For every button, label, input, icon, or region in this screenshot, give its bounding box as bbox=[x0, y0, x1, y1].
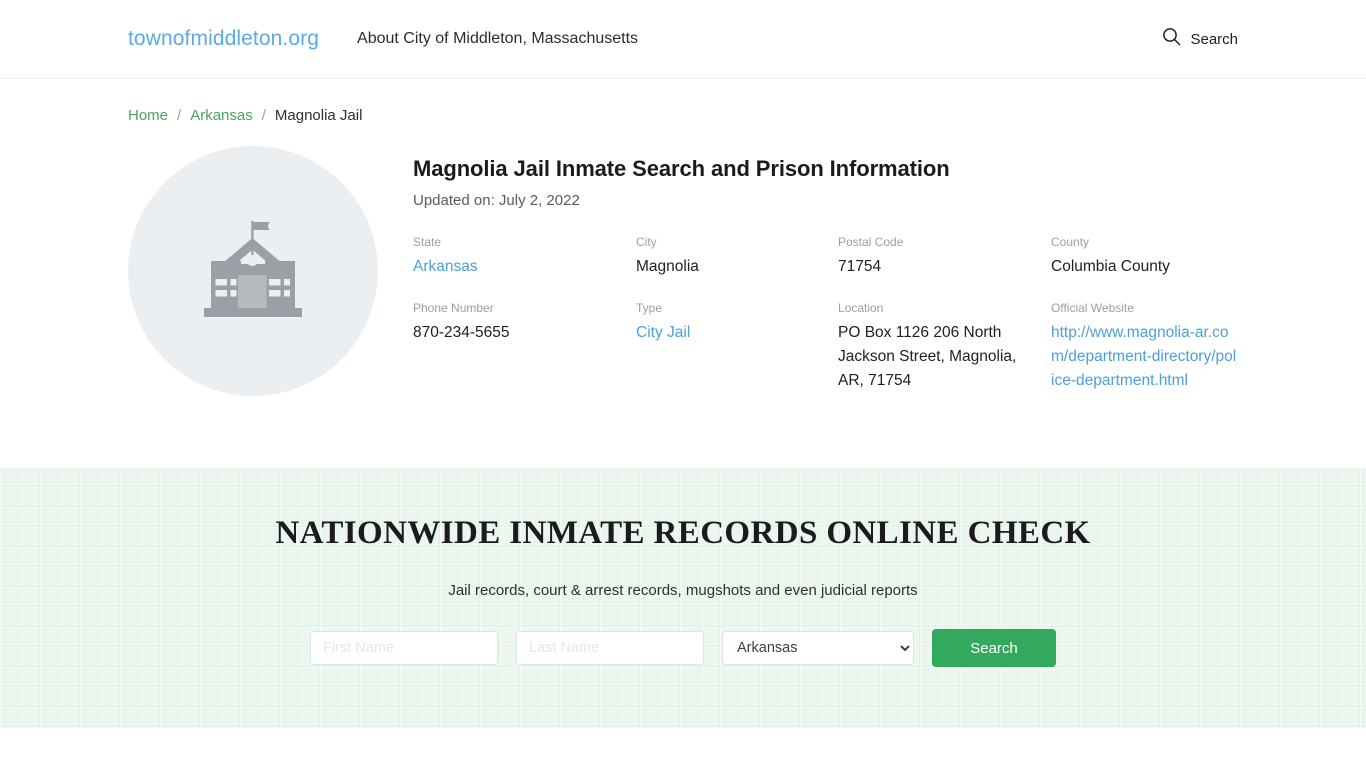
info-field-location: Location PO Box 1126 206 North Jackson S… bbox=[838, 301, 1051, 393]
info-label-phone-number: Phone Number bbox=[413, 301, 494, 315]
site-header: townofmiddleton.org About City of Middle… bbox=[0, 0, 1366, 79]
info-value-postal-code: 71754 bbox=[838, 258, 882, 275]
info-value-location: PO Box 1126 206 North Jackson Street, Ma… bbox=[838, 324, 1017, 389]
info-field-type: Type City Jail bbox=[636, 301, 838, 393]
info-value-official-website[interactable]: http://www.magnolia-ar.com/department-di… bbox=[1051, 321, 1237, 393]
breadcrumb-separator: / bbox=[261, 107, 266, 124]
promo-title: NATIONWIDE INMATE RECORDS ONLINE CHECK bbox=[275, 515, 1091, 551]
inmate-search-form: Arkansas Search bbox=[310, 629, 1056, 667]
avatar bbox=[128, 146, 378, 396]
avatar-circle bbox=[128, 146, 378, 396]
profile-details: Magnolia Jail Inmate Search and Prison I… bbox=[378, 146, 1267, 393]
info-value-type[interactable]: City Jail bbox=[636, 321, 822, 345]
info-field-postal-code: Postal Code 71754 bbox=[838, 235, 1051, 279]
info-field-state: State Arkansas bbox=[413, 235, 636, 279]
updated-date: Updated on: July 2, 2022 bbox=[413, 192, 580, 209]
info-label-city: City bbox=[636, 235, 657, 249]
header-search-button[interactable]: Search bbox=[1162, 27, 1238, 51]
info-field-phone-number: Phone Number 870-234-5655 bbox=[413, 301, 636, 393]
breadcrumb-current: Magnolia Jail bbox=[274, 107, 363, 124]
search-button[interactable]: Search bbox=[932, 629, 1056, 667]
breadcrumb-link-arkansas[interactable]: Arkansas bbox=[190, 107, 253, 124]
info-value-city: Magnolia bbox=[636, 258, 699, 275]
facility-profile: Magnolia Jail Inmate Search and Prison I… bbox=[0, 124, 1366, 396]
info-field-city: City Magnolia bbox=[636, 235, 838, 279]
breadcrumb: Home / Arkansas / Magnolia Jail bbox=[0, 79, 1366, 124]
header-tagline: About City of Middleton, Massachusetts bbox=[357, 30, 639, 47]
inmate-records-promo: NATIONWIDE INMATE RECORDS ONLINE CHECK J… bbox=[0, 467, 1366, 728]
facility-info-grid: State Arkansas City Magnolia Postal Code… bbox=[413, 235, 1267, 393]
info-label-location: Location bbox=[838, 301, 884, 315]
state-select[interactable]: Arkansas bbox=[722, 631, 914, 665]
info-value-phone-number: 870-234-5655 bbox=[413, 324, 510, 341]
info-value-state[interactable]: Arkansas bbox=[413, 255, 599, 279]
info-label-official-website: Official Website bbox=[1051, 301, 1134, 315]
last-name-input[interactable] bbox=[516, 631, 704, 665]
info-label-type: Type bbox=[636, 301, 663, 315]
breadcrumb-link-home[interactable]: Home bbox=[128, 107, 168, 124]
page-title: Magnolia Jail Inmate Search and Prison I… bbox=[413, 156, 950, 181]
info-label-state: State bbox=[413, 235, 442, 249]
breadcrumb-separator: / bbox=[177, 107, 182, 124]
info-label-county: County bbox=[1051, 235, 1090, 249]
info-field-county: County Columbia County bbox=[1051, 235, 1267, 279]
info-label-postal-code: Postal Code bbox=[838, 235, 904, 249]
info-field-official-website: Official Website http://www.magnolia-ar.… bbox=[1051, 301, 1267, 393]
promo-subtitle: Jail records, court & arrest records, mu… bbox=[448, 582, 918, 599]
first-name-input[interactable] bbox=[310, 631, 498, 665]
search-icon bbox=[1162, 27, 1181, 51]
government-building-icon bbox=[194, 217, 312, 326]
header-search-label: Search bbox=[1190, 30, 1238, 48]
site-logo-link[interactable]: townofmiddleton.org bbox=[128, 27, 319, 51]
info-value-county: Columbia County bbox=[1051, 258, 1170, 275]
